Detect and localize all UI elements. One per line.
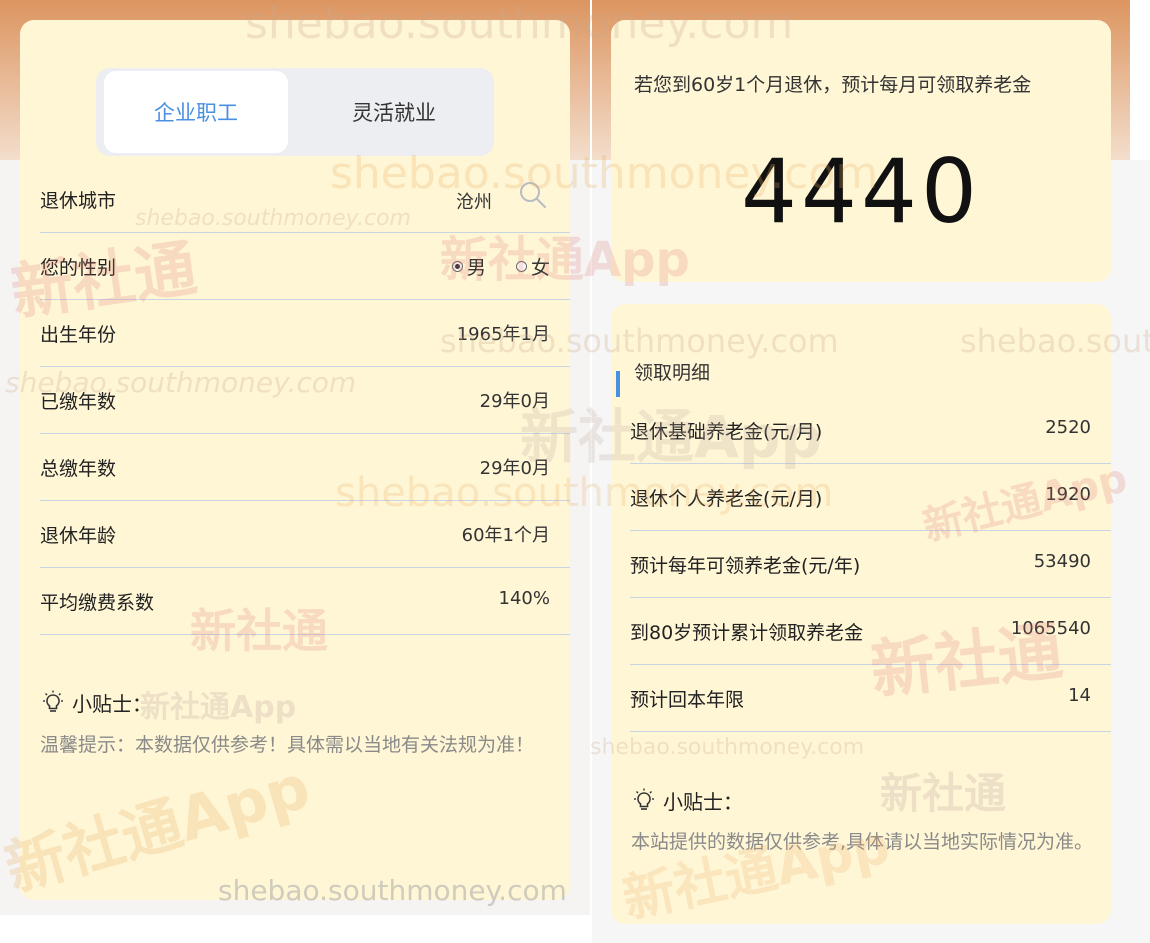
tab-bar: 企业职工 灵活就业 [96, 68, 494, 156]
detail-label: 到80岁预计累计领取养老金 [630, 622, 864, 644]
tip-title-left: 小贴士： [40, 688, 152, 717]
tip-title-right: 小贴士： [631, 786, 743, 815]
gender-male-label[interactable]: 男 [467, 257, 486, 279]
birth-value[interactable]: 1965年1月 [457, 320, 550, 346]
row-birth-year[interactable]: 出生年份 1965年1月 [40, 300, 570, 367]
gender-female-radio[interactable] [515, 261, 527, 272]
row-total-years[interactable]: 总缴年数 29年0月 [40, 434, 570, 501]
detail-value: 2520 [1045, 417, 1091, 438]
detail-row: 退休个人养老金(元/月) 1920 [630, 464, 1111, 531]
monthly-pension-amount: 4440 [741, 140, 981, 243]
city-value[interactable]: 沧州 [456, 188, 492, 214]
result-description: 若您到60岁1个月退休，预计每月可领取养老金 [634, 74, 1032, 96]
detail-value: 53490 [1033, 551, 1091, 572]
panel-divider [590, 0, 592, 943]
tip-title-right-text: 小贴士： [663, 790, 743, 814]
gender-label: 您的性别 [40, 257, 117, 279]
gender-female-label[interactable]: 女 [531, 257, 550, 279]
retirement-age-value[interactable]: 60年1个月 [462, 521, 550, 547]
detail-value: 1065540 [1010, 618, 1091, 639]
row-retirement-city[interactable]: 退休城市 沧州 [40, 166, 570, 233]
lightbulb-icon [43, 690, 63, 712]
coefficient-value[interactable]: 140% [499, 588, 550, 609]
retirement-age-label: 退休年龄 [40, 525, 117, 547]
city-label: 退休城市 [40, 190, 117, 212]
tip-text-right: 本站提供的数据仅供参考,具体请以当地实际情况为准。 [631, 831, 1094, 853]
detail-row: 退休基础养老金(元/月) 2520 [630, 397, 1111, 464]
birth-label: 出生年份 [40, 324, 117, 346]
total-years-value[interactable]: 29年0月 [480, 454, 550, 480]
detail-row: 预计每年可领养老金(元/年) 53490 [630, 531, 1111, 598]
gender-male-radio[interactable] [451, 261, 463, 272]
detail-row: 预计回本年限 14 [630, 665, 1111, 732]
search-icon[interactable] [518, 180, 548, 210]
detail-value: 1920 [1045, 484, 1091, 505]
tip-text-left: 温馨提示：本数据仅供参考！具体需以当地有关法规为准！ [40, 734, 535, 756]
row-gender: 您的性别 男 女 [40, 233, 570, 300]
detail-label: 退休个人养老金(元/月) [630, 488, 823, 510]
detail-label: 预计每年可领养老金(元/年) [630, 555, 861, 577]
coefficient-label: 平均缴费系数 [40, 592, 155, 614]
tab-enterprise-employee[interactable]: 企业职工 [104, 71, 288, 153]
detail-label: 预计回本年限 [630, 689, 745, 711]
row-paid-years[interactable]: 已缴年数 29年0月 [40, 367, 570, 434]
detail-label: 退休基础养老金(元/月) [630, 421, 823, 443]
row-retirement-age[interactable]: 退休年龄 60年1个月 [40, 501, 570, 568]
total-years-label: 总缴年数 [40, 458, 117, 480]
lightbulb-icon [634, 788, 654, 810]
tip-title-left-text: 小贴士： [72, 692, 152, 716]
paid-years-value[interactable]: 29年0月 [480, 387, 550, 413]
gender-radio-group: 男 女 [451, 253, 550, 280]
row-contribution-coefficient[interactable]: 平均缴费系数 140% [40, 568, 570, 635]
paid-years-label: 已缴年数 [40, 391, 117, 413]
details-title: 领取明细 [634, 362, 711, 384]
section-accent-bar [616, 371, 620, 397]
detail-row: 到80岁预计累计领取养老金 1065540 [630, 598, 1111, 665]
detail-value: 14 [1068, 685, 1091, 706]
tab-flexible-employment[interactable]: 灵活就业 [306, 71, 482, 153]
